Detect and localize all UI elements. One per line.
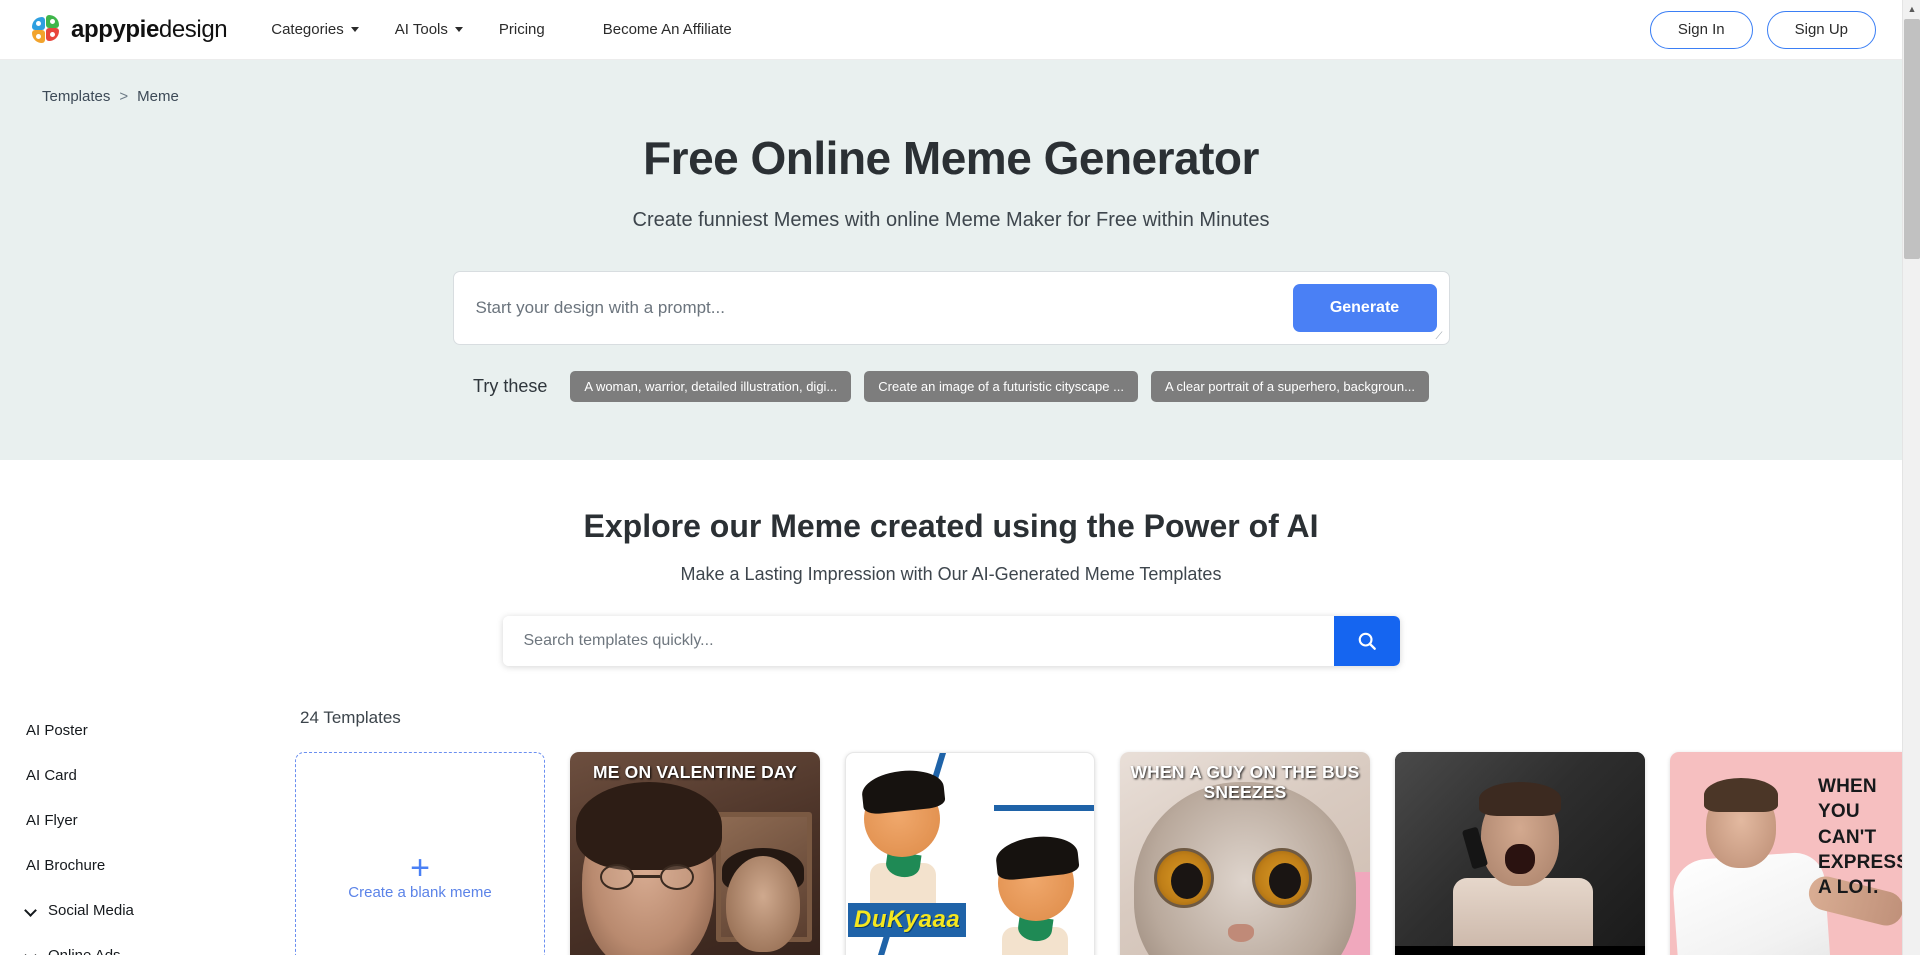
nav-item-categories[interactable]: Categories — [271, 21, 359, 38]
search-input[interactable] — [502, 616, 1334, 666]
nav-item-ai-tools[interactable]: AI Tools — [395, 21, 463, 38]
page-title: Free Online Meme Generator — [643, 132, 1259, 184]
create-blank-meme-label: Create a blank meme — [348, 883, 492, 901]
chevron-down-icon — [350, 27, 359, 32]
nav-item-become-an-affiliate[interactable]: Become An Affiliate — [603, 21, 732, 38]
decor-open-mouth — [1505, 844, 1535, 874]
try-these-row: Try these A woman, warrior, detailed ill… — [0, 371, 1902, 402]
template-card-too-damn-early[interactable]: IT'S TOO DAMN EARLY!! FOR ALL THAT "WORK… — [1395, 752, 1645, 955]
decor-hair — [1479, 782, 1561, 816]
sidebar-item-ai-flyer[interactable]: AI Flyer — [26, 798, 295, 843]
decor-cat-nose — [1228, 924, 1254, 942]
breadcrumb-templates[interactable]: Templates — [42, 88, 110, 105]
main-nav: Categories AI Tools Pricing Become An Af… — [271, 21, 731, 38]
sidebar-item-ai-poster[interactable]: AI Poster — [26, 708, 295, 753]
decor-glasses-icon — [600, 864, 694, 890]
sidebar-item-ai-brochure[interactable]: AI Brochure — [26, 843, 295, 888]
prompt-box: Generate ⟋ — [452, 271, 1450, 345]
prompt-input[interactable] — [453, 272, 1293, 344]
meme-top-text: ME ON VALENTINE DAY — [592, 762, 798, 782]
chevron-down-icon — [26, 950, 37, 955]
sidebar-label-ai-poster: AI Poster — [26, 722, 88, 739]
template-count-label: 24 Templates — [300, 708, 401, 727]
templates-panel: 24 Templates + Create a blank meme ME ON… — [295, 708, 1920, 955]
content-area: AI Poster AI Card AI Flyer AI Brochure S… — [0, 666, 1920, 955]
sidebar-label-ai-card: AI Card — [26, 767, 77, 784]
explore-subtitle: Make a Lasting Impression with Our AI-Ge… — [680, 564, 1222, 584]
sidebar-label-online-ads: Online Ads — [48, 947, 121, 955]
suggestion-chip-2[interactable]: Create an image of a futuristic cityscap… — [864, 371, 1138, 402]
template-card-harry-potter-valentine[interactable]: ME ON VALENTINE DAY I will be in my bedr… — [570, 752, 820, 955]
breadcrumb-separator: > — [119, 88, 129, 105]
search-button[interactable] — [1333, 616, 1400, 666]
plus-icon: + — [410, 848, 430, 887]
sidebar-item-ai-card[interactable]: AI Card — [26, 753, 295, 798]
explore-title: Explore our Meme created using the Power… — [583, 508, 1319, 544]
decor-cat-eye-left — [1154, 848, 1214, 908]
template-card-cant-express-a-lot[interactable]: WHEN YOU CAN'T EXPRESS A LOT. — [1670, 752, 1920, 955]
chevron-down-icon — [26, 905, 37, 916]
brand-name-bold: appypie — [71, 15, 159, 43]
meme-label-dukyaaa: DuKyaaa — [848, 903, 967, 937]
sign-in-button[interactable]: Sign In — [1649, 10, 1753, 49]
sidebar-item-social-media[interactable]: Social Media — [26, 888, 295, 933]
meme-top-text: WHEN A GUY ON THE BUS SNEEZES — [1130, 762, 1360, 803]
breadcrumb-meme[interactable]: Meme — [137, 88, 179, 105]
try-these-label: Try these — [473, 376, 548, 396]
nav-label-ai-tools: AI Tools — [394, 21, 448, 38]
category-sidebar: AI Poster AI Card AI Flyer AI Brochure S… — [0, 708, 295, 955]
page-root: appypiedesign Categories AI Tools Pricin… — [0, 0, 1920, 955]
decor-cat-eye-right — [1252, 848, 1312, 908]
nav-label-pricing: Pricing — [498, 21, 545, 38]
resize-grip-icon[interactable]: ⟋ — [1436, 332, 1446, 342]
sidebar-label-ai-flyer: AI Flyer — [26, 812, 78, 829]
nav-label-categories: Categories — [271, 21, 344, 38]
decor-hair — [1704, 778, 1778, 812]
meme-text: WHEN YOU CAN'T EXPRESS A LOT. — [1818, 776, 1910, 899]
suggestion-chip-1[interactable]: A woman, warrior, detailed illustration,… — [570, 371, 852, 402]
template-card-dukyaaa-chai-garam[interactable]: DuKyaaa Chai Garam — [845, 752, 1095, 955]
explore-section: Explore our Meme created using the Power… — [0, 460, 1920, 955]
template-card-surprised-cat[interactable]: WHEN A GUY ON THE BUS SNEEZES R.I.P — [1120, 752, 1370, 955]
sign-up-button[interactable]: Sign Up — [1766, 10, 1876, 49]
hero-section: Templates > Meme Free Online Meme Genera… — [0, 60, 1902, 460]
template-grid: + Create a blank meme ME ON VALENTINE DA… — [295, 752, 1920, 955]
site-header: appypiedesign Categories AI Tools Pricin… — [0, 0, 1902, 60]
create-blank-meme-card[interactable]: + Create a blank meme — [295, 752, 545, 955]
nav-item-pricing[interactable]: Pricing — [499, 21, 545, 38]
decor-face-back — [726, 856, 800, 952]
sidebar-label-social-media: Social Media — [48, 902, 134, 919]
chevron-down-icon — [454, 27, 463, 32]
decor-frame-line — [994, 805, 1094, 811]
search-icon — [1358, 632, 1376, 650]
suggestion-chip-3[interactable]: A clear portrait of a superhero, backgro… — [1150, 371, 1429, 402]
header-actions: Sign In Sign Up — [1649, 10, 1876, 49]
nav-label-affiliate: Become An Affiliate — [602, 21, 732, 38]
generate-button[interactable]: Generate — [1292, 284, 1437, 332]
meme-caption-bar: IT'S TOO DAMN EARLY!! FOR ALL THAT "WORK… — [1395, 946, 1645, 955]
decor-shirt — [1453, 878, 1593, 952]
appypie-flower-icon — [32, 14, 62, 45]
page-scrollbar[interactable]: ▲ — [1902, 0, 1920, 955]
sidebar-label-ai-brochure: AI Brochure — [26, 857, 106, 874]
decor-hair-front — [576, 782, 722, 870]
brand-logo[interactable]: appypiedesign — [32, 14, 228, 45]
breadcrumb: Templates > Meme — [0, 60, 1902, 105]
page-subtitle: Create funniest Memes with online Meme M… — [632, 209, 1270, 231]
template-search-bar — [502, 616, 1400, 666]
brand-name-light: design — [158, 15, 228, 43]
scrollbar-thumb[interactable] — [1904, 19, 1920, 259]
brand-wordmark: appypiedesign — [71, 15, 228, 44]
sidebar-item-online-ads[interactable]: Online Ads — [26, 933, 295, 955]
scroll-up-arrow-icon[interactable]: ▲ — [1903, 0, 1920, 18]
